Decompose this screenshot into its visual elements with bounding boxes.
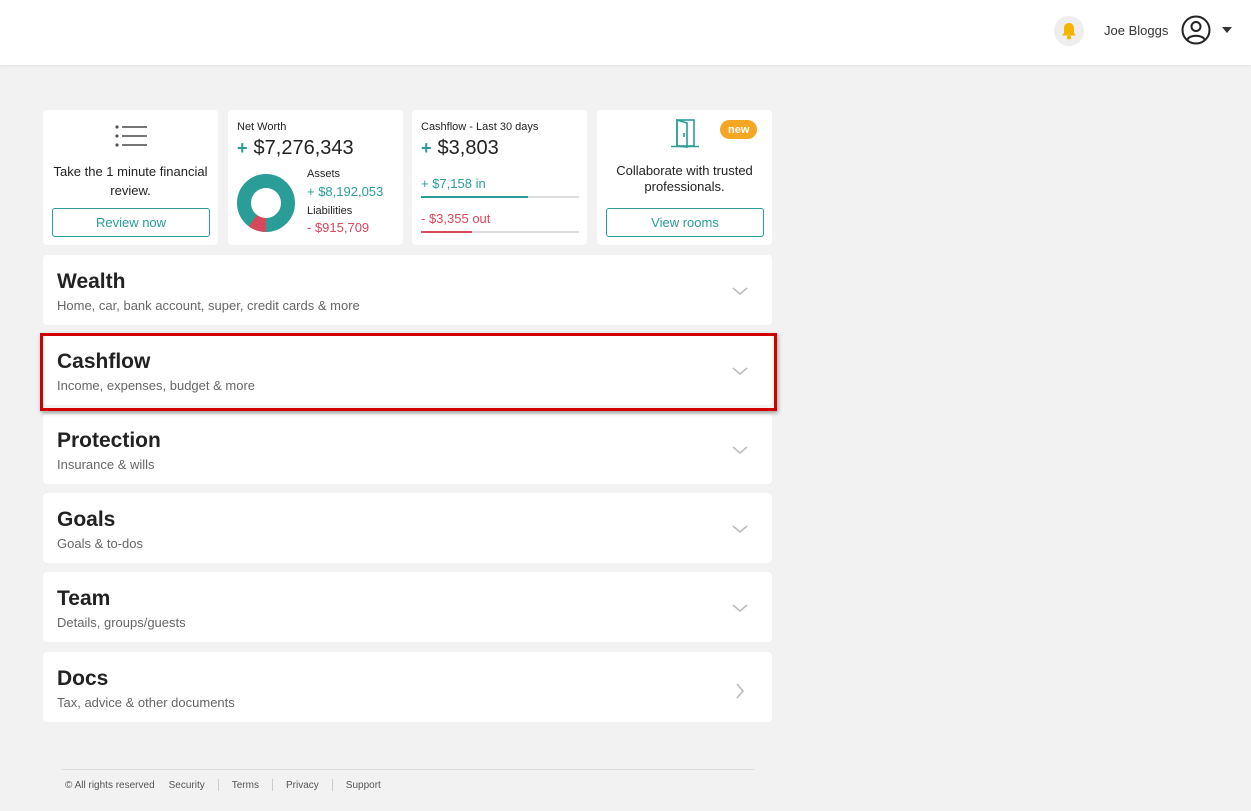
top-bar: Joe Bloggs: [0, 0, 1251, 65]
chevron-right-icon[interactable]: [730, 681, 750, 701]
footer-link-terms[interactable]: Terms: [232, 780, 259, 791]
net-worth-value-row: + $7,276,343: [237, 137, 354, 160]
cashflow-in-word: in: [475, 176, 486, 191]
section-cashflow[interactable]: Cashflow Income, expenses, budget & more: [43, 335, 772, 405]
section-title: Goals: [57, 508, 116, 531]
chevron-down-icon[interactable]: [730, 598, 750, 618]
cashflow-in-value: + $7,158: [421, 176, 472, 191]
footer-link-support[interactable]: Support: [346, 780, 381, 791]
view-rooms-button[interactable]: View rooms: [606, 208, 764, 237]
assets-label: Assets: [307, 168, 341, 180]
caret-down-icon[interactable]: [1222, 27, 1232, 33]
notifications-button[interactable]: [1054, 16, 1084, 46]
section-title: Protection: [57, 429, 161, 452]
cashflow-label: Cashflow - Last 30 days: [421, 121, 539, 133]
cashflow-in-bar-fill: [421, 196, 529, 198]
section-subtitle: Insurance & wills: [57, 457, 155, 472]
section-protection[interactable]: Protection Insurance & wills: [43, 414, 772, 484]
section-docs[interactable]: Docs Tax, advice & other documents: [43, 652, 772, 722]
net-worth-sign: +: [237, 138, 248, 158]
cashflow-value: $3,803: [437, 137, 499, 159]
footer-separator: [331, 779, 333, 791]
footer-link-privacy[interactable]: Privacy: [286, 780, 319, 791]
section-goals[interactable]: Goals Goals & to-dos: [43, 493, 772, 563]
section-subtitle: Home, car, bank account, super, credit c…: [57, 298, 360, 313]
chevron-down-icon[interactable]: [730, 361, 750, 381]
user-circle-icon[interactable]: [1181, 15, 1211, 45]
cashflow-card[interactable]: Cashflow - Last 30 days + $3,803 + $7,15…: [412, 110, 587, 245]
section-subtitle: Income, expenses, budget & more: [57, 378, 256, 393]
net-worth-donut-chart: [237, 174, 295, 232]
section-title: Wealth: [57, 270, 126, 293]
cashflow-out-bar: [421, 231, 579, 233]
review-now-button[interactable]: Review now: [52, 208, 210, 237]
footer: © All rights reserved Security Terms Pri…: [65, 779, 381, 791]
net-worth-value: $7,276,343: [253, 137, 354, 159]
cashflow-in-bar: [421, 196, 579, 198]
cashflow-value-row: + $3,803: [421, 137, 499, 160]
footer-link-security[interactable]: Security: [169, 780, 205, 791]
section-title: Docs: [57, 667, 109, 690]
cashflow-out-word: out: [472, 211, 491, 226]
net-worth-card[interactable]: Net Worth + $7,276,343 Assets + $8,192,0…: [228, 110, 403, 245]
user-name[interactable]: Joe Bloggs: [1104, 23, 1168, 38]
bell-icon: [1062, 23, 1076, 40]
footer-separator: [271, 779, 273, 791]
footer-divider: [62, 769, 754, 770]
chevron-down-icon[interactable]: [730, 519, 750, 539]
door-icon: [671, 118, 699, 148]
chevron-down-icon[interactable]: [730, 440, 750, 460]
cashflow-out: - $3,355 out: [421, 211, 490, 226]
section-subtitle: Details, groups/guests: [57, 615, 186, 630]
review-text: Take the 1 minute financial review.: [53, 164, 208, 198]
list-icon: [115, 125, 147, 147]
footer-separator: [217, 779, 219, 791]
assets-value: + $8,192,053: [307, 184, 384, 199]
liabilities-value: - $915,709: [307, 220, 370, 235]
section-title: Team: [57, 587, 111, 610]
copyright-text: © All rights reserved: [65, 779, 155, 791]
section-team[interactable]: Team Details, groups/guests: [43, 572, 772, 642]
cashflow-out-bar-fill: [421, 231, 472, 233]
new-badge: new: [720, 120, 758, 139]
section-subtitle: Goals & to-dos: [57, 536, 143, 551]
net-worth-label: Net Worth: [237, 121, 287, 133]
liabilities-label: Liabilities: [307, 205, 353, 217]
collaborate-text: Collaborate with trusted professionals.: [616, 163, 753, 194]
rooms-card: new Collaborate with trusted professiona…: [597, 110, 772, 245]
cashflow-sign: +: [421, 138, 432, 158]
chevron-down-icon[interactable]: [730, 281, 750, 301]
review-card: Take the 1 minute financial review. Revi…: [43, 110, 218, 245]
section-subtitle: Tax, advice & other documents: [57, 695, 235, 710]
section-wealth[interactable]: Wealth Home, car, bank account, super, c…: [43, 255, 772, 325]
cashflow-in: + $7,158 in: [421, 176, 486, 191]
cashflow-out-value: - $3,355: [421, 211, 469, 226]
section-title: Cashflow: [57, 350, 151, 373]
